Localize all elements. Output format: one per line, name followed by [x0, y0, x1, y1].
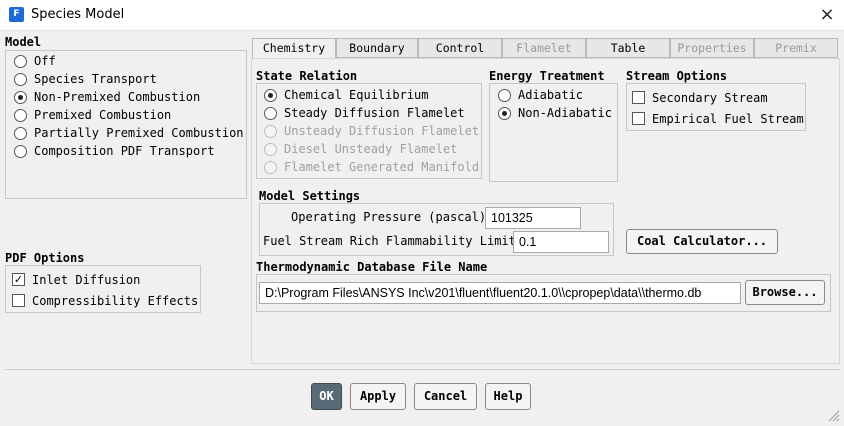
model-option-label: Partially Premixed Combustion: [34, 126, 244, 140]
rich-limit-input[interactable]: 0.1: [513, 231, 609, 253]
state-relation-list: Chemical Equilibrium Steady Diffusion Fl…: [264, 86, 479, 176]
tab-table[interactable]: Table: [586, 38, 670, 58]
tab-control[interactable]: Control: [418, 38, 502, 58]
ok-button[interactable]: OK: [311, 383, 342, 410]
radio-button[interactable]: [14, 54, 27, 68]
model-radio-list: Off Species Transport Non-Premixed Combu…: [14, 52, 244, 160]
model-settings-label: Model Settings: [259, 189, 361, 203]
radio-button[interactable]: [498, 106, 511, 120]
secondary-stream-label: Secondary Stream: [652, 90, 768, 105]
tab-boundary[interactable]: Boundary: [336, 38, 418, 58]
model-option-label: Off: [34, 54, 56, 68]
coal-calculator-button[interactable]: Coal Calculator...: [626, 229, 778, 254]
window-title: Species Model: [31, 7, 125, 22]
resize-grip-icon[interactable]: [826, 408, 840, 422]
model-option-off[interactable]: Off: [14, 52, 244, 70]
apply-button[interactable]: Apply: [350, 383, 406, 410]
model-option-label: Premixed Combustion: [34, 108, 172, 122]
state-option-label: Diesel Unsteady Flamelet: [284, 142, 458, 156]
tab-flamelet[interactable]: Flamelet: [502, 38, 586, 58]
compressibility-label: Compressibility Effects: [32, 293, 199, 308]
state-option-label: Steady Diffusion Flamelet: [284, 106, 465, 120]
rich-limit-label: Fuel Stream Rich Flammability Limit: [263, 234, 516, 248]
help-button[interactable]: Help: [485, 383, 531, 410]
state-option-unsteady-diffusion: Unsteady Diffusion Flamelet: [264, 122, 479, 140]
radio-button[interactable]: [14, 72, 27, 86]
radio-button: [264, 160, 277, 174]
title-bar: [0, 0, 844, 31]
stream-options-list: Secondary Stream Empirical Fuel Stream: [632, 87, 804, 129]
state-option-label: Flamelet Generated Manifold: [284, 160, 480, 174]
energy-option-label: Adiabatic: [518, 88, 584, 102]
cancel-button[interactable]: Cancel: [414, 383, 477, 410]
checkbox-box[interactable]: [632, 91, 645, 104]
browse-button[interactable]: Browse...: [745, 280, 825, 305]
thermo-db-label: Thermodynamic Database File Name: [256, 260, 488, 274]
close-icon[interactable]: ×: [816, 4, 838, 26]
tab-premix[interactable]: Premix: [754, 38, 838, 58]
radio-button[interactable]: [264, 88, 277, 102]
model-group-label: Model: [5, 35, 42, 49]
radio-button[interactable]: [14, 144, 27, 158]
state-option-steady-diffusion[interactable]: Steady Diffusion Flamelet: [264, 104, 479, 122]
model-option-label: Composition PDF Transport: [34, 144, 215, 158]
thermo-db-path-input[interactable]: D:\Program Files\ANSYS Inc\v201\fluent\f…: [259, 282, 741, 304]
state-option-fgm: Flamelet Generated Manifold: [264, 158, 479, 176]
radio-button[interactable]: [14, 90, 27, 104]
tab-properties[interactable]: Properties: [670, 38, 754, 58]
radio-button[interactable]: [264, 106, 277, 120]
operating-pressure-input[interactable]: 101325: [485, 207, 581, 229]
radio-button[interactable]: [498, 88, 511, 102]
tab-chemistry[interactable]: Chemistry: [252, 38, 336, 59]
energy-option-label: Non-Adiabatic: [518, 106, 612, 120]
radio-button[interactable]: [14, 126, 27, 140]
footer-separator: [5, 369, 840, 370]
compressibility-checkbox[interactable]: Compressibility Effects: [12, 290, 198, 311]
model-option-non-premixed[interactable]: Non-Premixed Combustion: [14, 88, 244, 106]
model-option-composition-pdf[interactable]: Composition PDF Transport: [14, 142, 244, 160]
stream-options-label: Stream Options: [626, 69, 728, 83]
energy-option-adiabatic[interactable]: Adiabatic: [498, 86, 612, 104]
model-option-label: Species Transport: [34, 72, 157, 86]
inlet-diffusion-checkbox[interactable]: ✓ Inlet Diffusion: [12, 269, 198, 290]
inlet-diffusion-label: Inlet Diffusion: [32, 272, 141, 287]
model-option-label: Non-Premixed Combustion: [34, 90, 201, 104]
state-option-chemical-equilibrium[interactable]: Chemical Equilibrium: [264, 86, 479, 104]
checkmark-icon[interactable]: ✓: [12, 273, 25, 286]
empirical-fuel-stream-label: Empirical Fuel Stream: [652, 111, 804, 126]
pdf-options-list: ✓ Inlet Diffusion Compressibility Effects: [12, 269, 198, 311]
state-option-diesel-unsteady: Diesel Unsteady Flamelet: [264, 140, 479, 158]
radio-button: [264, 142, 277, 156]
pdf-options-label: PDF Options: [5, 251, 85, 265]
checkbox-box[interactable]: [632, 112, 645, 125]
state-option-label: Chemical Equilibrium: [284, 88, 429, 102]
energy-option-non-adiabatic[interactable]: Non-Adiabatic: [498, 104, 612, 122]
fluent-app-icon: F: [9, 7, 24, 22]
radio-button[interactable]: [14, 108, 27, 122]
operating-pressure-label: Operating Pressure (pascal): [291, 210, 487, 224]
radio-button: [264, 124, 277, 138]
checkbox-box[interactable]: [12, 294, 25, 307]
energy-treatment-list: Adiabatic Non-Adiabatic: [498, 86, 612, 122]
model-option-species-transport[interactable]: Species Transport: [14, 70, 244, 88]
model-option-partially-premixed[interactable]: Partially Premixed Combustion: [14, 124, 244, 142]
state-option-label: Unsteady Diffusion Flamelet: [284, 124, 480, 138]
empirical-fuel-stream-checkbox[interactable]: Empirical Fuel Stream: [632, 108, 804, 129]
secondary-stream-checkbox[interactable]: Secondary Stream: [632, 87, 804, 108]
energy-treatment-label: Energy Treatment: [489, 69, 605, 83]
model-option-premixed[interactable]: Premixed Combustion: [14, 106, 244, 124]
state-relation-label: State Relation: [256, 69, 358, 83]
